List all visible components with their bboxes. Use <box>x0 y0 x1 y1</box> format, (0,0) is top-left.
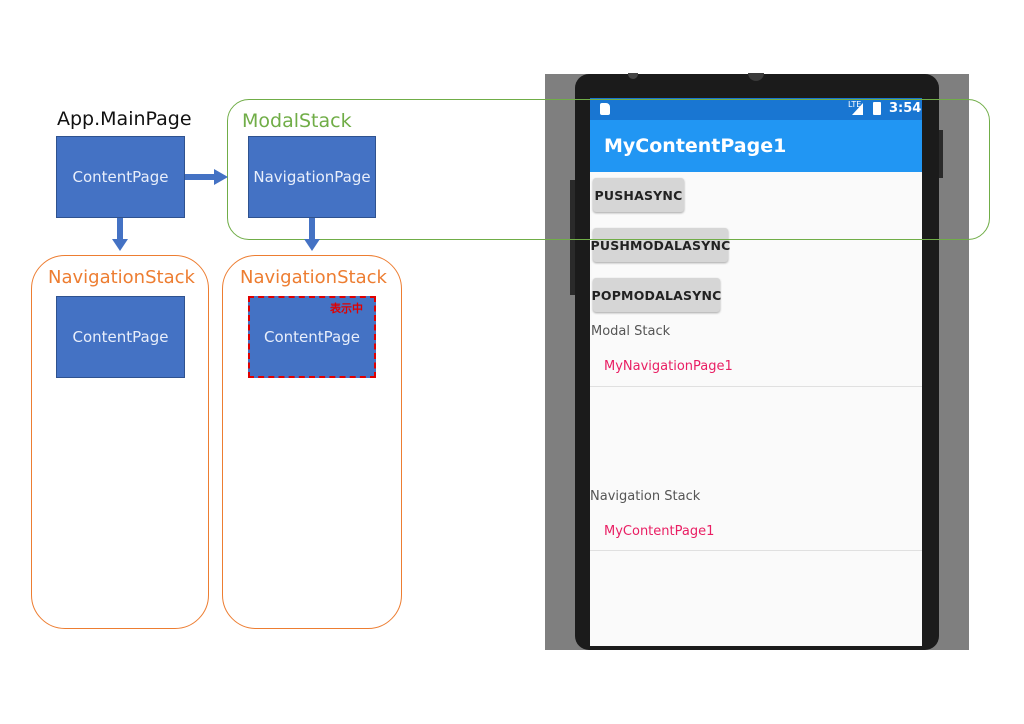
app-main-page-title: App.MainPage <box>57 108 192 130</box>
arrow-head-down <box>304 239 320 251</box>
pop-modal-async-button[interactable]: POPMODALASYNC <box>592 278 721 312</box>
modal-stack-label: Modal Stack <box>591 324 671 339</box>
modal-stack-title: ModalStack <box>242 110 352 132</box>
navigation-stack-label: Navigation Stack <box>590 489 701 504</box>
content-page-main-box: ContentPage <box>56 136 185 218</box>
navigation-stack-title-left: NavigationStack <box>48 267 195 288</box>
arrow-main-to-navigation-page <box>185 174 215 180</box>
navigation-page-box: NavigationPage <box>248 136 376 218</box>
list-divider <box>590 550 922 551</box>
navigation-stack-title-right: NavigationStack <box>240 267 387 288</box>
list-divider <box>590 386 922 387</box>
list-item[interactable]: MyNavigationPage1 <box>604 359 733 374</box>
arrow-navigation-page-to-right-stack <box>309 218 315 240</box>
list-item[interactable]: MyContentPage1 <box>604 524 714 539</box>
arrow-head-right <box>214 169 228 185</box>
displaying-badge: 表示中 <box>330 302 363 315</box>
arrow-main-to-left-stack <box>117 218 123 240</box>
content-page-left-stack-box: ContentPage <box>56 296 185 378</box>
arrow-head-down <box>112 239 128 251</box>
